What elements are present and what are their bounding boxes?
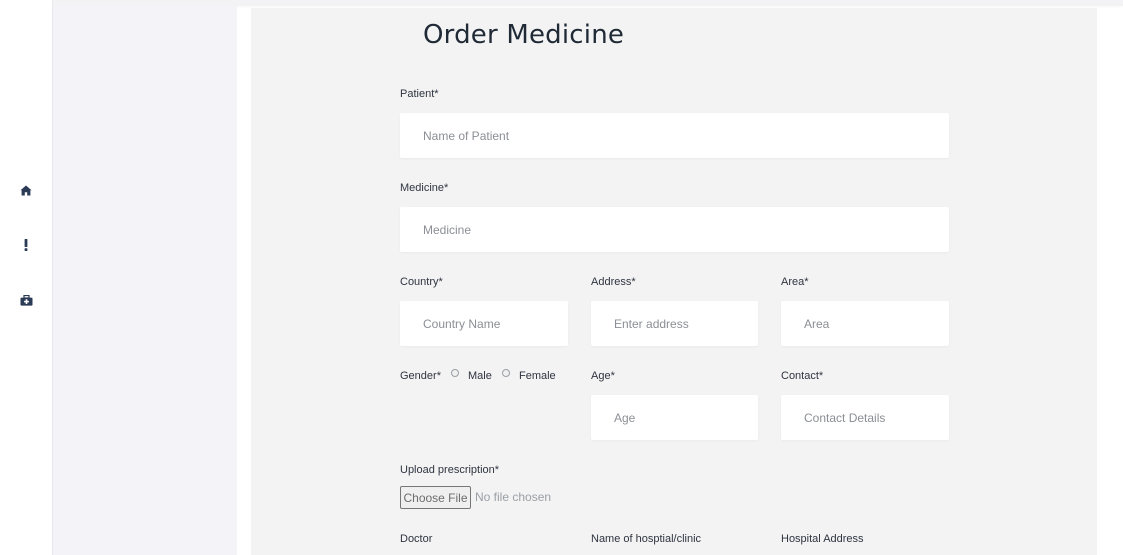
gender-label: Gender*	[400, 370, 441, 382]
home-icon[interactable]	[18, 182, 34, 198]
address-input[interactable]	[591, 301, 758, 346]
age-input[interactable]	[591, 395, 758, 440]
page-title: Order Medicine	[423, 20, 625, 50]
doctor-label: Doctor	[400, 533, 433, 545]
hospital-address-label: Hospital Address	[781, 533, 864, 545]
country-input[interactable]	[400, 301, 568, 346]
gender-female-label[interactable]: Female	[519, 370, 556, 382]
form-card	[251, 8, 1097, 555]
choose-file-button[interactable]: Choose File	[400, 486, 471, 509]
icon-rail	[0, 0, 53, 555]
medical-kit-icon[interactable]	[18, 292, 34, 308]
country-label: Country*	[400, 276, 443, 288]
address-label: Address*	[591, 276, 636, 288]
area-input[interactable]	[781, 301, 949, 346]
patient-label: Patient*	[400, 88, 439, 100]
gender-female-radio[interactable]	[502, 369, 510, 377]
medicine-label: Medicine*	[400, 182, 449, 194]
age-label: Age*	[591, 370, 615, 382]
file-status-text: No file chosen	[475, 490, 552, 504]
alert-icon[interactable]	[18, 237, 34, 253]
gender-male-label[interactable]: Male	[468, 370, 492, 382]
patient-input[interactable]	[400, 113, 949, 158]
sidebar-panel	[53, 6, 237, 555]
contact-input[interactable]	[781, 395, 949, 440]
hospital-name-label: Name of hosptial/clinic	[591, 533, 702, 545]
gender-male-radio[interactable]	[451, 369, 459, 377]
area-label: Area*	[781, 276, 809, 288]
prescription-label: Upload prescription*	[400, 464, 500, 476]
contact-label: Contact*	[781, 370, 824, 382]
medicine-input[interactable]	[400, 207, 949, 252]
